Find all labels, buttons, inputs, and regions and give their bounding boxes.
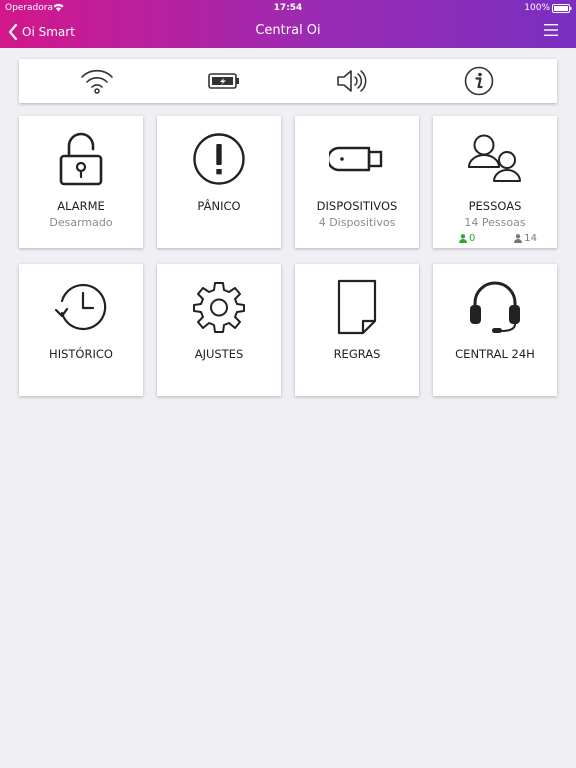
tile-subtitle: 14 Pessoas [464,216,526,229]
tile-title: REGRAS [333,347,381,361]
tile-title: PESSOAS [468,199,522,213]
history-clock-icon [54,283,107,331]
document-icon [337,279,377,335]
status-time: 17:54 [273,3,303,13]
tile-title: DISPOSITIVOS [316,199,398,213]
person-icon [459,234,467,243]
tile-title: ALARME [57,199,105,213]
headset-icon [470,281,520,333]
wifi-indicator[interactable] [62,59,132,103]
tile-central-24h[interactable]: CENTRAL 24H [433,264,557,396]
navbar: Oi Smart Central Oi [0,16,576,48]
hamburger-menu-icon[interactable] [544,24,558,36]
tile-title: CENTRAL 24H [455,347,535,361]
tile-pessoas[interactable]: PESSOAS 14 Pessoas 0 14 [433,116,557,248]
info-icon [464,66,494,96]
status-strip [19,59,557,103]
battery-icon [208,73,240,89]
header: Operadora 17:54 100% Oi Smart Central Oi [0,0,576,48]
people-icon [468,134,521,182]
sound-indicator[interactable] [317,59,387,103]
speaker-icon [336,70,367,92]
people-present-count: 0 [469,233,476,244]
tile-title: PÂNICO [197,199,241,213]
usb-device-icon [329,146,383,172]
tile-dispositivos[interactable]: DISPOSITIVOS 4 Dispositivos [295,116,419,248]
exclamation-circle-icon [193,133,245,185]
people-present: 0 [459,233,475,244]
status-bar: Operadora 17:54 100% [0,0,576,16]
battery-indicator[interactable] [189,59,259,103]
tile-alarme[interactable]: ALARME Desarmado [19,116,143,248]
tile-historico[interactable]: HISTÓRICO [19,264,143,396]
tile-title: HISTÓRICO [49,347,113,361]
people-total: 14 [514,233,537,244]
battery-status-icon [552,4,572,13]
tile-ajustes[interactable]: AJUSTES [157,264,281,396]
wifi-icon [80,69,113,94]
padlock-open-icon [59,132,103,186]
status-battery-percent: 100% [524,3,550,13]
page-title: Central Oi [255,23,321,38]
people-total-count: 14 [524,233,537,244]
tile-panico[interactable]: PÂNICO [157,116,281,248]
tile-title: AJUSTES [194,347,244,361]
info-button[interactable] [444,59,514,103]
tile-subtitle: Desarmado [49,216,113,229]
person-icon [514,234,523,243]
tile-subtitle: 4 Dispositivos [318,216,396,229]
tile-regras[interactable]: REGRAS [295,264,419,396]
gear-icon [193,282,245,333]
